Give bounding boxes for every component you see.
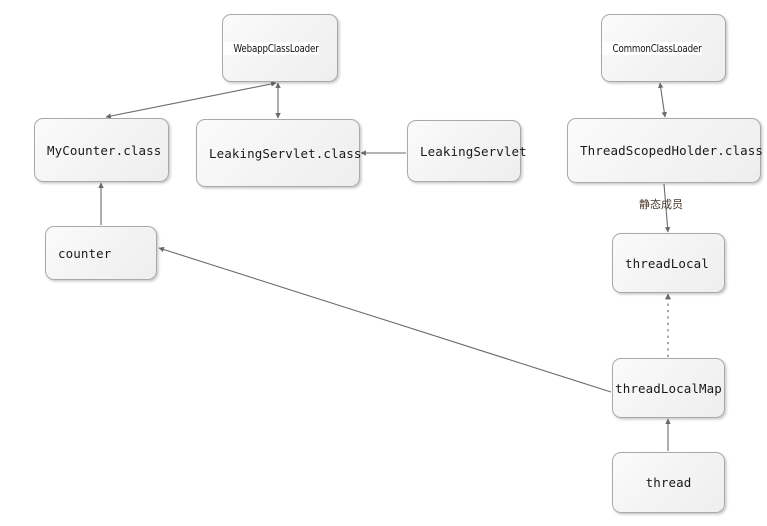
node-counter[interactable]: counter (45, 226, 157, 280)
node-label: counter (58, 245, 112, 261)
node-webapp-class-loader[interactable]: WebappClassLoader (222, 14, 338, 82)
node-label: thread (645, 475, 692, 490)
edge-webapp-mycounter (105, 81, 277, 119)
node-threadlocal[interactable]: threadLocal (612, 233, 725, 293)
node-common-class-loader[interactable]: CommonClassLoader (601, 14, 726, 82)
node-label: ThreadScopedHolder.class (580, 143, 764, 158)
node-threadscopedholder-class[interactable]: ThreadScopedHolder.class (567, 118, 764, 183)
node-leakingservlet-class[interactable]: LeakingServlet.class (196, 119, 362, 187)
edge-map-counter (158, 246, 612, 393)
node-label: MyCounter.class (47, 142, 162, 158)
node-threadlocalmap[interactable]: threadLocalMap (612, 358, 725, 418)
edge-common-holder (657, 82, 668, 118)
node-thread[interactable]: thread (612, 452, 725, 513)
node-label: LeakingServlet.class (209, 145, 362, 161)
diagram-canvas: threadLocal (dotted) --> WebappClassLoad… (0, 0, 767, 526)
node-leakingservlet[interactable]: LeakingServlet (407, 120, 527, 182)
edge-label-static-member: 静态成员 (639, 198, 683, 211)
node-label: threadLocalMap (615, 380, 722, 396)
node-label: CommonClassLoader (602, 41, 702, 55)
node-mycounter-class[interactable]: MyCounter.class (34, 118, 169, 182)
node-label: LeakingServlet (420, 143, 527, 159)
node-label: threadLocal (625, 255, 709, 271)
node-label: WebappClassLoader (223, 41, 319, 55)
